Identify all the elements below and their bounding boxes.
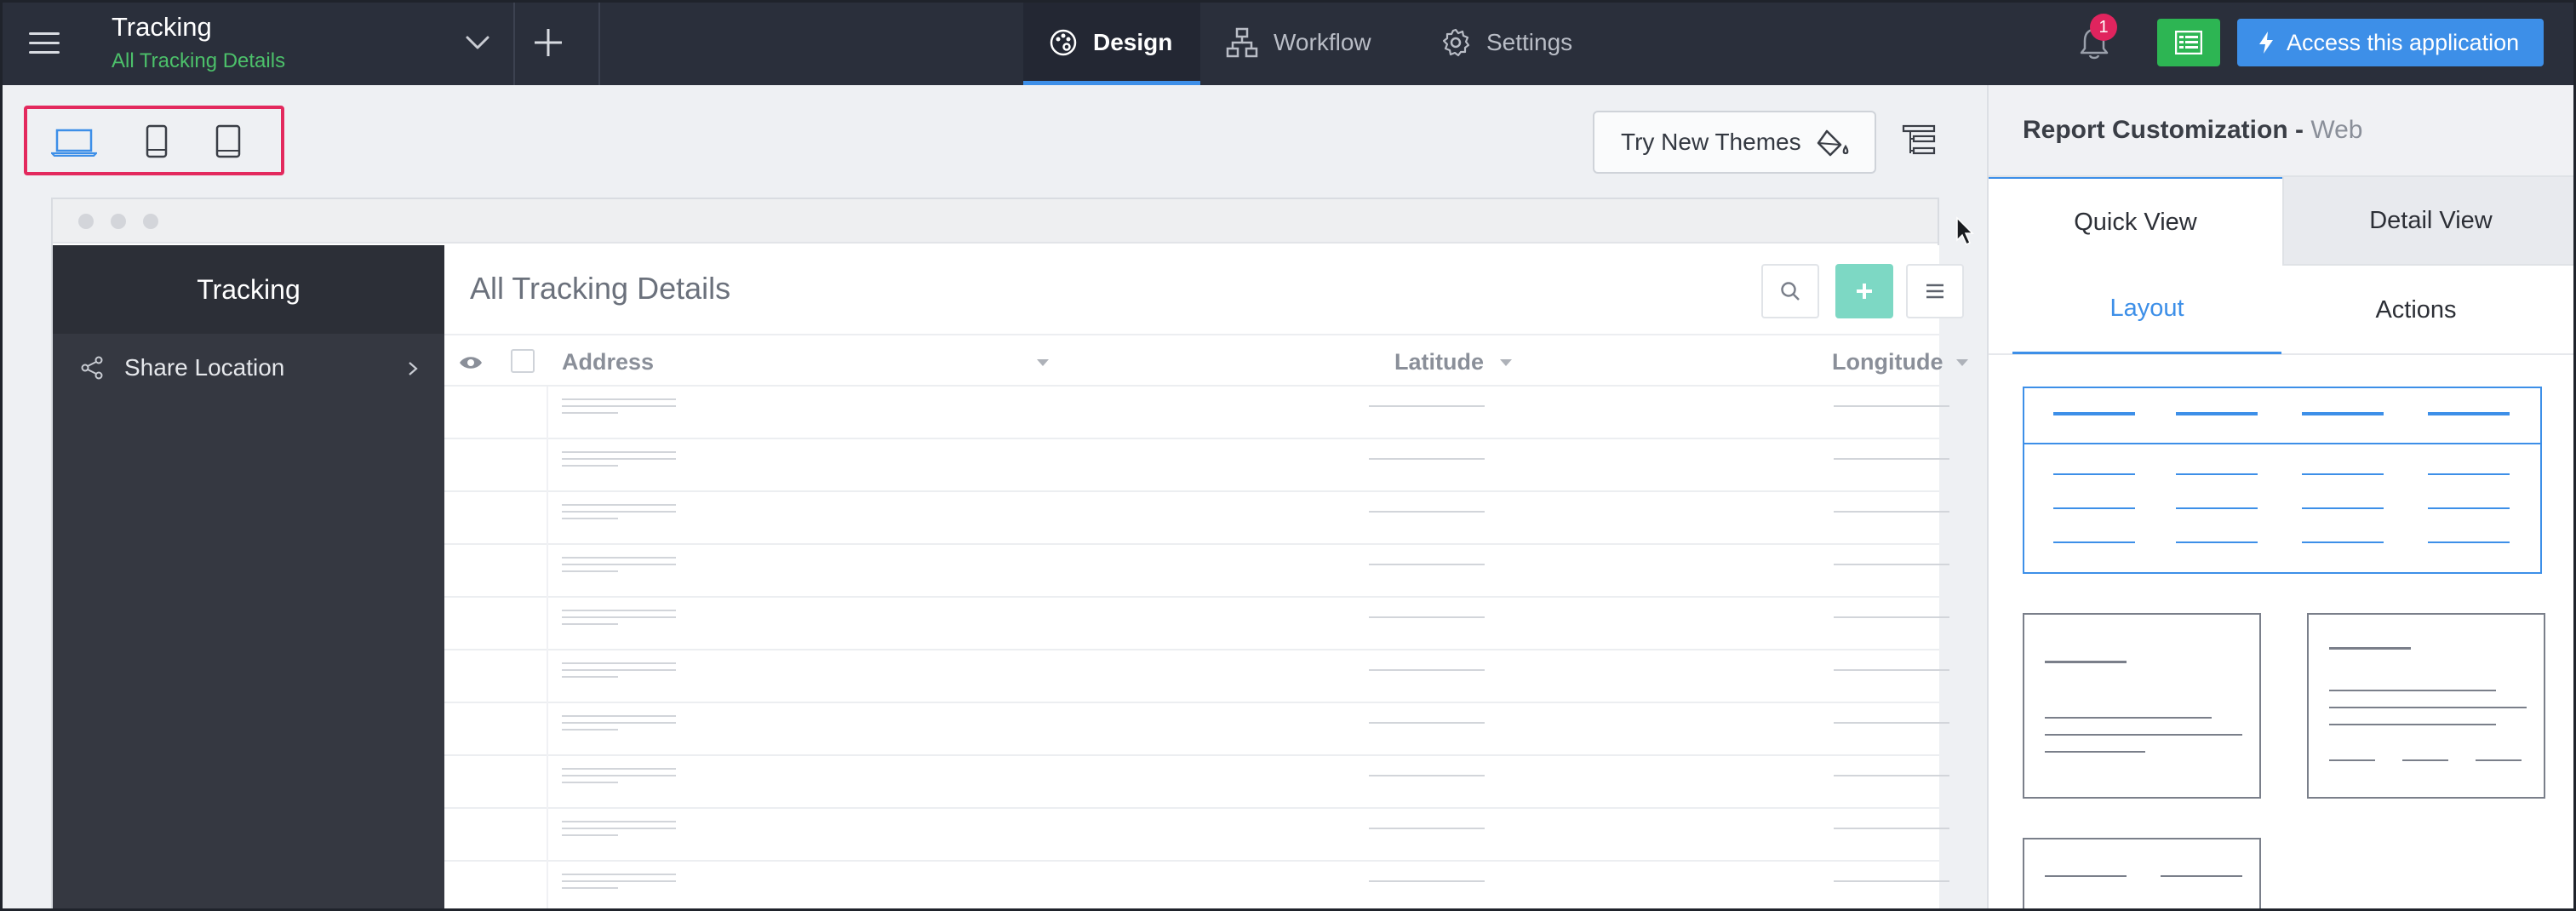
layout-option-card[interactable] (2023, 613, 2261, 799)
chevron-down-icon[interactable] (461, 26, 495, 60)
palette-icon (1050, 29, 1077, 56)
report-title: All Tracking Details (470, 271, 731, 306)
top-bar: Tracking All Tracking Details Design Wor… (0, 0, 2576, 85)
layout-option-detailed-card[interactable] (2307, 613, 2545, 799)
table-row[interactable] (444, 439, 1949, 492)
tab-actions[interactable]: Actions (2281, 266, 2550, 354)
select-all-checkbox[interactable] (511, 349, 535, 373)
menu-icon[interactable] (29, 32, 60, 54)
table-header: Address Latitude Longitude (444, 334, 1968, 387)
try-new-themes-button[interactable]: Try New Themes (1593, 111, 1876, 174)
tablet-icon[interactable] (145, 124, 169, 158)
preview-sidebar: Tracking Share Location (53, 245, 444, 911)
lightning-icon (2259, 32, 2273, 54)
report-content: All Tracking Details Address Latitude Lo… (444, 245, 1968, 911)
more-options-button[interactable] (1906, 264, 1964, 318)
panel-header: Report Customization - Web (1989, 85, 2576, 177)
table-row[interactable] (444, 809, 1949, 862)
column-header-latitude[interactable]: Latitude (1394, 349, 1484, 375)
workflow-icon (1226, 27, 1258, 58)
panel-body: Layout Actions (1989, 266, 2576, 911)
menu-lines-icon (1926, 284, 1943, 299)
table-row[interactable] (444, 492, 1949, 545)
column-header-longitude[interactable]: Longitude (1832, 349, 1943, 375)
tab-detail-view[interactable]: Detail View (2282, 177, 2576, 266)
report-customization-panel: Report Customization - Web Quick View De… (1987, 85, 2576, 911)
app-preview-window: Tracking Share Location All Tracking Det… (51, 198, 1968, 911)
table-row[interactable] (444, 862, 1949, 911)
table-row[interactable] (444, 387, 1949, 439)
panel-title-suffix: Web (2310, 116, 2363, 144)
mobile-icon[interactable] (215, 124, 242, 158)
list-icon (2175, 31, 2202, 54)
column-header-address[interactable]: Address (562, 349, 654, 375)
search-button[interactable] (1761, 264, 1819, 318)
tree-layout-icon[interactable] (1902, 123, 1936, 160)
paint-bucket-icon (1817, 129, 1849, 157)
table-row[interactable] (444, 756, 1949, 809)
add-icon[interactable] (530, 24, 567, 61)
table-row[interactable] (444, 650, 1949, 703)
plus-icon (1857, 284, 1872, 299)
tab-settings[interactable]: Settings (1440, 0, 1602, 85)
access-application-label: Access this application (2287, 29, 2520, 55)
mouse-cursor-icon (1956, 216, 1974, 246)
laptop-icon[interactable] (51, 128, 97, 157)
tab-layout[interactable]: Layout (2012, 266, 2281, 354)
layout-option-list[interactable] (2023, 838, 2261, 911)
panel-title-text: Report Customization (2023, 116, 2288, 144)
caret-down-icon[interactable] (1956, 359, 1968, 366)
notification-badge: 1 (2090, 14, 2117, 41)
sidebar-item-label: Share Location (124, 354, 285, 381)
search-icon (1781, 282, 1800, 301)
tab-design-label: Design (1093, 29, 1173, 55)
layout-option-table[interactable] (2023, 387, 2542, 574)
eye-icon[interactable] (458, 354, 484, 371)
window-chrome (53, 199, 1938, 244)
tab-workflow[interactable]: Workflow (1226, 0, 1396, 85)
access-application-button[interactable]: Access this application (2237, 19, 2544, 66)
try-new-themes-label: Try New Themes (1621, 129, 1801, 155)
tab-quick-view[interactable]: Quick View (1989, 177, 2282, 266)
add-record-button[interactable] (1835, 264, 1893, 318)
panel-title-separator: - (2295, 116, 2311, 144)
gear-icon (1442, 28, 1470, 57)
tab-design[interactable]: Design (1023, 0, 1200, 85)
caret-down-icon[interactable] (1500, 359, 1512, 366)
tab-settings-label: Settings (1486, 29, 1573, 55)
sidebar-title: Tracking (53, 245, 444, 334)
share-icon (81, 356, 103, 380)
table-row[interactable] (444, 545, 1949, 598)
sidebar-item-share-location[interactable]: Share Location (53, 334, 444, 402)
table-row[interactable] (444, 703, 1949, 756)
tab-workflow-label: Workflow (1274, 29, 1371, 55)
panel-title: Report Customization - Web (2023, 116, 2363, 145)
app-subtitle[interactable]: All Tracking Details (112, 49, 285, 73)
caret-down-icon[interactable] (1037, 359, 1049, 366)
dashboard-button[interactable] (2157, 19, 2220, 66)
chevron-right-icon (409, 362, 418, 375)
table-row[interactable] (444, 598, 1949, 650)
app-title[interactable]: Tracking (112, 12, 212, 43)
